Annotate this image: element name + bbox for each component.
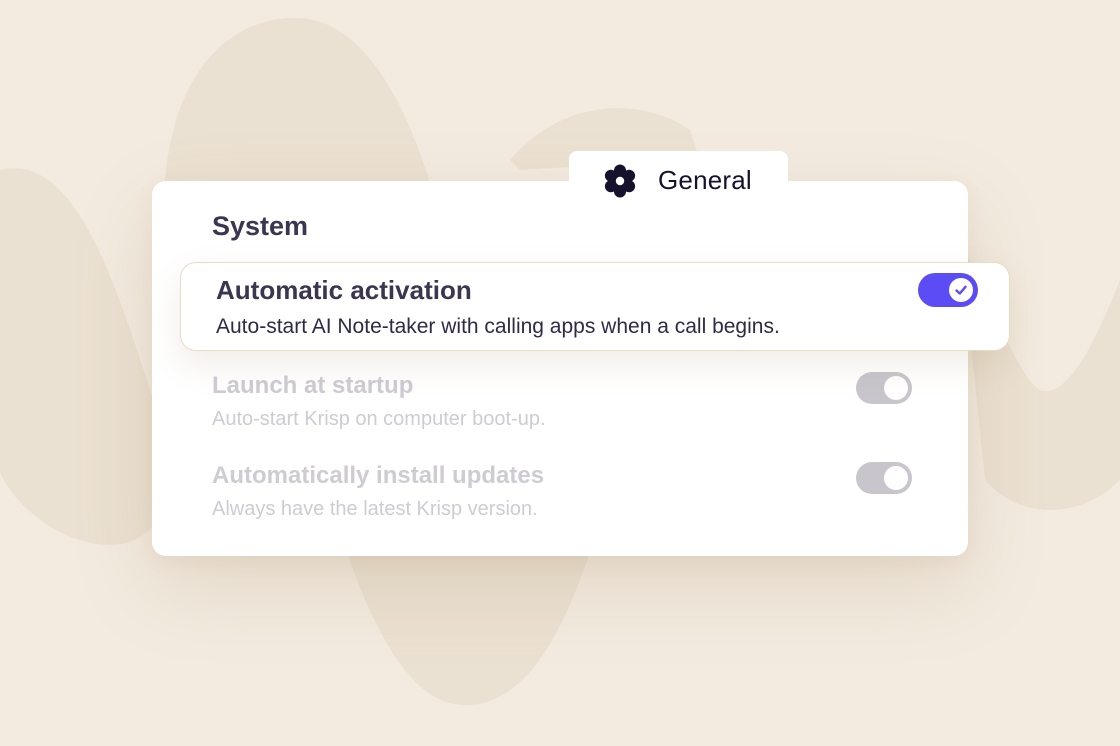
gear-icon	[604, 164, 636, 198]
setting-title: Automatically install updates	[212, 462, 545, 489]
launch-at-startup-toggle[interactable]	[856, 372, 912, 404]
setting-title: Automatic activation	[216, 275, 472, 305]
auto-update-toggle[interactable]	[856, 462, 912, 494]
setting-description: Always have the latest Krisp version.	[212, 498, 538, 520]
setting-description: Auto-start Krisp on computer boot-up.	[212, 408, 546, 430]
toggle-knob	[949, 278, 973, 302]
tab-label: General	[658, 165, 752, 195]
checkmark-icon	[955, 285, 967, 295]
tab-general[interactable]: General	[569, 151, 788, 210]
setting-row-automatic-activation[interactable]: Automatic activation Auto-start AI Note-…	[180, 262, 1010, 351]
setting-description: Auto-start AI Note-taker with calling ap…	[216, 315, 780, 338]
setting-row-launch-at-startup[interactable]: Launch at startup Auto-start Krisp on co…	[212, 372, 912, 442]
setting-title: Launch at startup	[212, 372, 414, 399]
automatic-activation-toggle[interactable]	[918, 273, 978, 307]
setting-row-automatically-install-updates[interactable]: Automatically install updates Always hav…	[212, 462, 912, 532]
toggle-knob	[884, 376, 908, 400]
toggle-knob	[884, 466, 908, 490]
section-title: System	[212, 211, 309, 241]
